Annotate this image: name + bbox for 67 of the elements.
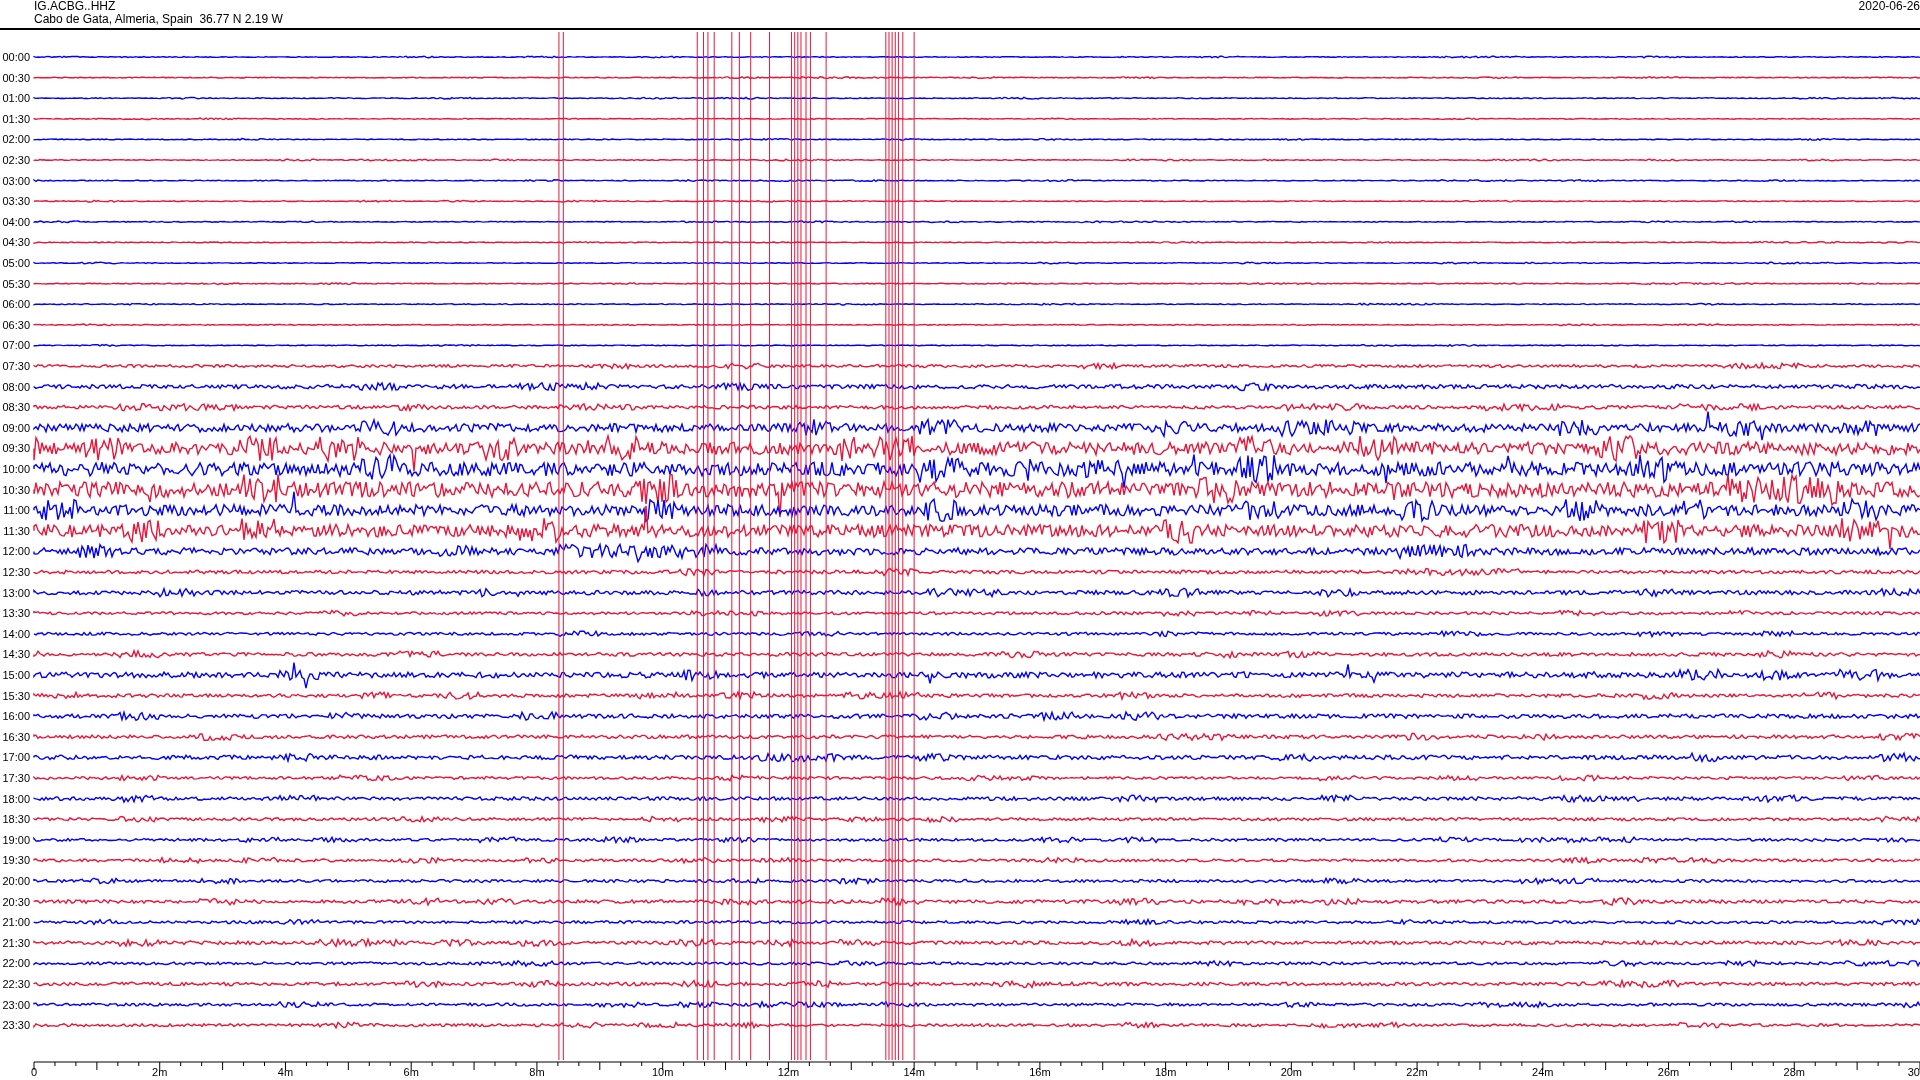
time-label: 06:30: [2, 318, 30, 331]
axis-tick-label: 10m: [651, 1066, 674, 1078]
time-label: 02:30: [2, 154, 30, 166]
time-label: 00:00: [2, 51, 30, 63]
time-label: 07:00: [2, 339, 30, 352]
time-label: 16:30: [2, 730, 30, 743]
time-label: 00:30: [2, 71, 30, 84]
time-label: 05:00: [2, 257, 30, 269]
time-label: 15:00: [2, 669, 30, 681]
time-label: 19:00: [2, 833, 30, 846]
time-label: 23:00: [2, 998, 30, 1011]
time-label: 08:00: [2, 380, 30, 393]
time-label: 18:00: [2, 792, 30, 805]
axis-tick-label: 4m: [277, 1066, 294, 1078]
axis-tick-label: 18m: [1154, 1066, 1177, 1078]
time-label: 12:30: [2, 566, 30, 578]
time-label: 06:00: [2, 298, 30, 311]
time-label: 14:00: [2, 627, 30, 640]
time-label: 17:00: [2, 751, 30, 764]
time-label: 18:30: [2, 813, 30, 826]
time-label: 05:30: [2, 277, 30, 290]
time-label: 13:30: [2, 607, 30, 620]
time-label: 22:00: [2, 957, 30, 970]
time-label: 13:00: [2, 586, 30, 599]
axis-tick-label: 2m: [152, 1066, 168, 1078]
axis-tick-label: 26m: [1657, 1066, 1680, 1078]
plot-date: 2020-06-26: [1858, 0, 1920, 13]
axis-tick-label: 8m: [529, 1066, 545, 1078]
time-label: 14:30: [2, 648, 30, 661]
axis-tick-label: 6m: [403, 1066, 419, 1078]
time-label: 22:30: [2, 978, 30, 990]
axis-tick-label: 0: [30, 1066, 38, 1078]
axis-tick-label: 14m: [903, 1066, 925, 1078]
time-label: 19:30: [2, 854, 30, 867]
time-label: 03:00: [2, 174, 30, 187]
time-label: 20:30: [2, 895, 30, 908]
axis-tick-label: 16m: [1029, 1066, 1051, 1078]
time-label: 21:30: [2, 936, 30, 949]
time-label: 11:00: [3, 504, 30, 517]
station-code: IG.ACBG..HHZ: [34, 0, 116, 13]
axis-tick-label: 20m: [1280, 1066, 1303, 1078]
time-label: 01:00: [2, 92, 30, 105]
time-label: 10:30: [2, 483, 30, 496]
axis-tick-label: 28m: [1783, 1066, 1805, 1078]
time-label: 20:00: [2, 875, 30, 887]
time-label: 15:30: [2, 689, 30, 702]
time-label: 23:30: [2, 1019, 30, 1032]
time-label: 02:00: [2, 133, 30, 146]
time-label: 08:30: [2, 401, 30, 414]
time-label: 09:30: [2, 442, 30, 455]
time-label: 21:00: [2, 916, 30, 929]
time-label: 10:00: [2, 463, 30, 475]
time-label: 17:30: [2, 772, 30, 784]
time-label: 03:30: [2, 195, 30, 208]
time-label: 11:30: [3, 524, 30, 537]
axis-tick-label: 22m: [1406, 1066, 1428, 1078]
axis-tick-label: 30: [1907, 1066, 1920, 1078]
time-label: 07:30: [2, 360, 30, 372]
time-label: 16:00: [2, 710, 30, 723]
axis-tick-label: 12m: [777, 1066, 800, 1078]
time-label: 09:00: [2, 421, 30, 434]
time-label: 12:00: [2, 545, 30, 558]
axis-tick-label: 24m: [1532, 1066, 1554, 1078]
station-location: Cabo de Gata, Almeria, Spain 36.77 N 2.19 W: [34, 13, 283, 26]
time-label: 04:30: [2, 236, 30, 249]
time-label: 04:00: [2, 215, 30, 228]
time-label: 01:30: [2, 112, 30, 125]
